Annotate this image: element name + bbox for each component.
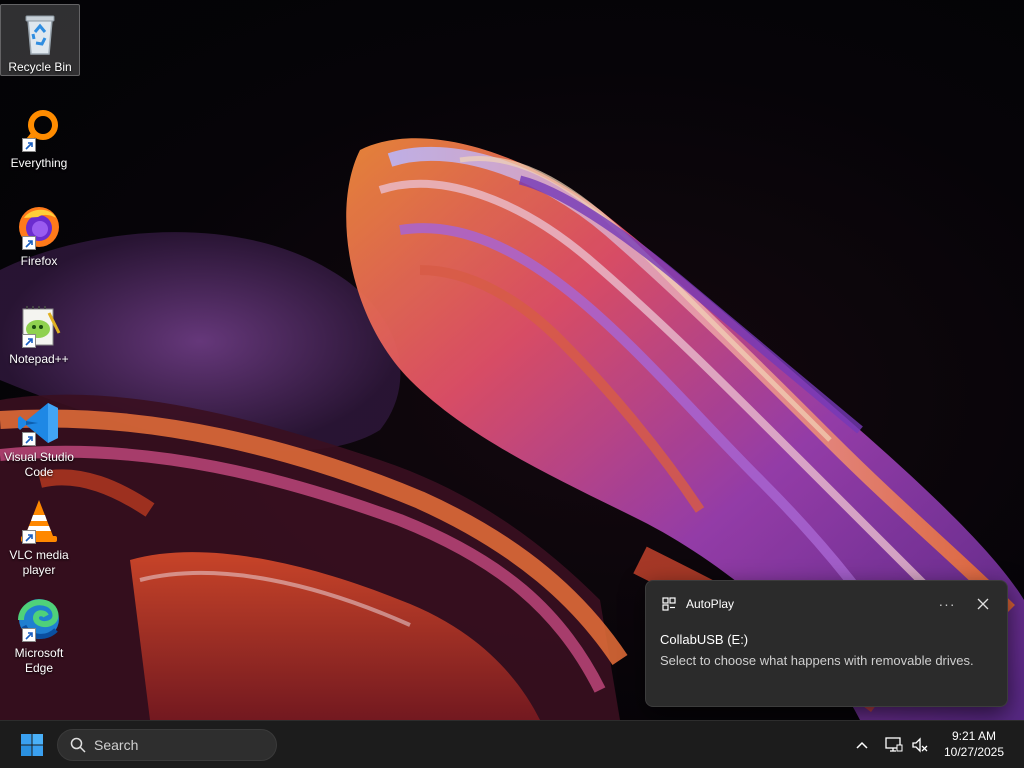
volume-muted-icon: [912, 737, 928, 753]
desktop-icon-vlc[interactable]: VLC media player: [0, 492, 78, 578]
shortcut-arrow-icon: [22, 138, 36, 152]
close-icon: [977, 598, 989, 610]
recycle-bin-icon: [15, 9, 65, 58]
shortcut-arrow-icon: [22, 530, 36, 544]
chevron-up-icon: [856, 741, 868, 749]
taskbar: Search 9:21 AM 10/27/2025: [0, 720, 1024, 768]
vscode-icon: [14, 398, 64, 448]
edge-icon: [14, 594, 64, 644]
taskbar-clock[interactable]: 9:21 AM 10/27/2025: [936, 728, 1012, 760]
desktop-icon-label: Visual Studio Code: [4, 450, 74, 479]
network-status-button[interactable]: [882, 733, 906, 757]
network-icon: [885, 737, 903, 752]
search-icon: [70, 737, 86, 753]
desktop-icon-edge[interactable]: Microsoft Edge: [0, 590, 78, 676]
firefox-icon: [14, 202, 64, 252]
desktop-icon-everything[interactable]: Everything: [0, 100, 78, 171]
start-button[interactable]: [14, 730, 50, 760]
everything-search-icon: [14, 104, 64, 154]
desktop-icon-label: Recycle Bin: [8, 60, 72, 74]
shortcut-arrow-icon: [22, 334, 36, 348]
notification-close-button[interactable]: [969, 595, 997, 613]
desktop-icon-notepad-plus-plus[interactable]: Notepad++: [0, 296, 78, 367]
notification-title: CollabUSB (E:): [660, 632, 749, 647]
search-placeholder: Search: [94, 737, 139, 753]
desktop-icon-label: Notepad++: [9, 352, 69, 366]
desktop-icon-recycle-bin[interactable]: Recycle Bin: [0, 4, 80, 76]
autoplay-icon: [662, 597, 676, 611]
windows-logo-icon: [21, 734, 43, 756]
desktop-icon-vscode[interactable]: Visual Studio Code: [0, 394, 78, 480]
shortcut-arrow-icon: [22, 432, 36, 446]
notification-body: Select to choose what happens with remov…: [660, 653, 974, 668]
notification-header: AutoPlay ···: [662, 595, 997, 613]
clock-date: 10/27/2025: [943, 745, 1005, 759]
desktop-icon-label: VLC media player: [9, 548, 69, 577]
show-hidden-icons-button[interactable]: [852, 733, 872, 757]
notification-app-name: AutoPlay: [686, 597, 735, 611]
desktop-icon-label: Microsoft Edge: [14, 646, 64, 675]
desktop-icon-firefox[interactable]: Firefox: [0, 198, 78, 269]
taskbar-search-box[interactable]: Search: [57, 729, 277, 761]
desktop: Recycle Bin Everything Firefox Notepad++…: [0, 0, 1024, 720]
vlc-icon: [14, 496, 64, 546]
autoplay-notification[interactable]: AutoPlay ··· CollabUSB (E:) Select to ch…: [645, 580, 1008, 707]
shortcut-arrow-icon: [22, 236, 36, 250]
shortcut-arrow-icon: [22, 628, 36, 642]
desktop-icon-label: Everything: [10, 156, 68, 170]
notepad-plus-plus-icon: [14, 300, 64, 350]
volume-button[interactable]: [908, 733, 932, 757]
notification-more-options-button[interactable]: ···: [933, 596, 961, 612]
desktop-icon-label: Firefox: [20, 254, 58, 268]
clock-time: 9:21 AM: [951, 729, 997, 743]
